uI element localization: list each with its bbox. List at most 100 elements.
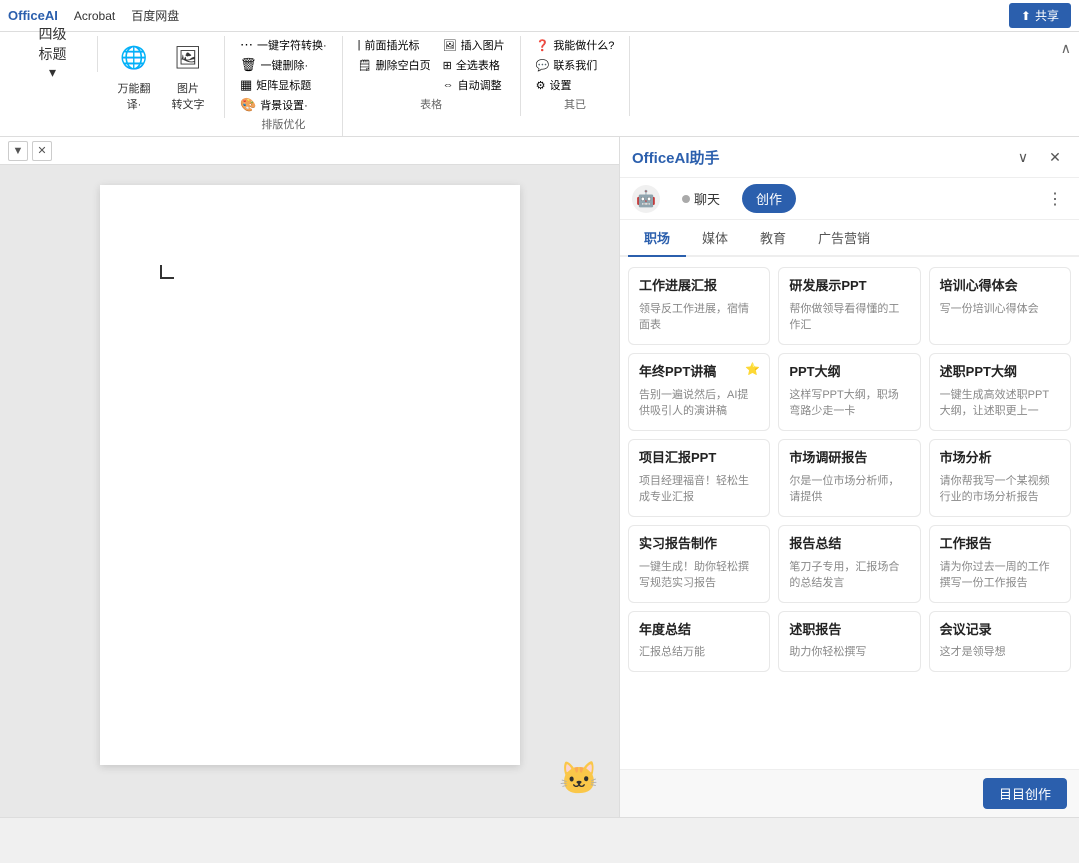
ai-panel: OfficeAI助手 ∨ ✕ 🤖 聊天 创作 ⋮ 职场 媒体 — [619, 137, 1079, 817]
category-workplace[interactable]: 职场 — [628, 220, 686, 257]
floating-toolbar: ▼ ✕ — [0, 137, 619, 165]
collapse-ribbon-icon[interactable]: ∧ — [1061, 40, 1071, 57]
card-report-summary[interactable]: 报告总结 笔刀子专用，汇报场合的总结发言 — [778, 525, 920, 603]
translate-icon: 🌐 — [114, 38, 154, 78]
table-section: | 前面插光标 🗒 删除空白页 🖼 插入图片 ⊞ 全选表格 — [343, 36, 521, 116]
card-meeting-minutes-desc: 这才是领导想 — [940, 644, 1060, 661]
bg-icon: 🎨 — [240, 97, 256, 113]
card-ppt-outline[interactable]: PPT大纲 这样写PPT大纲，职场弯路少走一卡 — [778, 353, 920, 431]
close-panel-icon[interactable]: ✕ — [1043, 145, 1067, 169]
card-annual-summary[interactable]: 年度总结 汇报总结万能 — [628, 611, 770, 672]
card-resume-ppt[interactable]: 述职PPT大纲 一键生成高效述职PPT大纲，让述职更上一 — [929, 353, 1071, 431]
minimize-icon[interactable]: ∨ — [1011, 145, 1035, 169]
insert-img-icon: 🖼 — [443, 39, 457, 52]
select-all-table-button[interactable]: ⊞ 全选表格 — [440, 56, 508, 74]
cards-grid: 工作进展汇报 领导反工作进展，宿情面表 研发展示PPT 帮你做领导看得懂的工作汇… — [628, 267, 1071, 672]
card-work-report-desc: 请为你过去一周的工作撰写一份工作报告 — [940, 559, 1060, 592]
tile-title-button[interactable]: ▦ 矩阵显标题 — [237, 76, 330, 94]
card-performance-report-title: 述职报告 — [789, 622, 909, 639]
page-canvas — [100, 185, 520, 765]
img-to-text-button[interactable]: 🖼 图片转文字 — [164, 36, 212, 114]
chat-tab-label: 聊天 — [694, 189, 720, 208]
ai-panel-title: OfficeAI助手 — [632, 147, 720, 168]
tab-chat[interactable]: 聊天 — [668, 184, 734, 213]
contact-us-button[interactable]: 💬 联系我们 — [533, 56, 618, 74]
card-project-report[interactable]: 项目汇报PPT 项目经理福音！轻松生成专业汇报 — [628, 439, 770, 517]
status-bar — [0, 817, 1079, 841]
one-key-delete-button[interactable]: 🗑 一键删除· — [237, 56, 330, 74]
symbol-icon: ⋯ — [240, 37, 253, 53]
card-year-end-ppt[interactable]: 年终PPT讲稿 告别一遍说然后，AI提供吸引人的演讲稿 ⭐ — [628, 353, 770, 431]
card-rd-ppt-title: 研发展示PPT — [789, 278, 909, 295]
card-market-analysis-title: 市场分析 — [940, 450, 1060, 467]
toolbar-close-icon[interactable]: ✕ — [32, 141, 52, 161]
card-rd-ppt-desc: 帮你做领导看得懂的工作汇 — [789, 301, 909, 334]
card-work-progress[interactable]: 工作进展汇报 领导反工作进展，宿情面表 — [628, 267, 770, 345]
card-internship-desc: 一键生成！助你轻松撰写规范实习报告 — [639, 559, 759, 592]
translate-section: 🌐 万能翻 译· 🖼 图片转文字 — [98, 36, 225, 118]
category-media[interactable]: 媒体 — [686, 220, 744, 257]
document-area: ▼ ✕ 🐱 — [0, 137, 619, 817]
card-market-analysis[interactable]: 市场分析 请你帮我写一个某视频行业的市场分析报告 — [929, 439, 1071, 517]
bg-setting-button[interactable]: 🎨 背景设置· — [237, 96, 330, 114]
card-resume-ppt-title: 述职PPT大纲 — [940, 364, 1060, 381]
delete-blank-page-button[interactable]: 🗒 删除空白页 — [355, 56, 434, 74]
card-rd-ppt[interactable]: 研发展示PPT 帮你做领导看得懂的工作汇 — [778, 267, 920, 345]
heading-icon: 四级标题 ▾ — [39, 38, 67, 66]
ai-tabs-row: 🤖 聊天 创作 ⋮ — [620, 178, 1079, 220]
adjust-icon: ⇔ — [443, 79, 454, 91]
card-year-end-ppt-desc: 告别一遍说然后，AI提供吸引人的演讲稿 — [639, 387, 759, 420]
chat-dot — [682, 195, 690, 203]
card-meeting-minutes-title: 会议记录 — [940, 622, 1060, 639]
card-annual-summary-desc: 汇报总结万能 — [639, 644, 759, 661]
card-market-survey-title: 市场调研报告 — [789, 450, 909, 467]
share-button[interactable]: ⬆ 共享 — [1009, 3, 1071, 28]
menu-baidu-pan[interactable]: 百度网盘 — [131, 7, 179, 24]
card-internship[interactable]: 实习报告制作 一键生成！助你轻松撰写规范实习报告 — [628, 525, 770, 603]
category-advertising[interactable]: 广告营销 — [802, 220, 886, 257]
select-icon: ⊞ — [443, 59, 452, 72]
what-can-do-button[interactable]: ❓ 我能做什么? — [533, 36, 618, 54]
card-project-report-desc: 项目经理福音！轻松生成专业汇报 — [639, 473, 759, 506]
create-button[interactable]: 目目创作 — [983, 778, 1067, 809]
menu-acrobat[interactable]: Acrobat — [74, 9, 115, 23]
collapse-icon[interactable]: ▼ — [8, 141, 28, 161]
more-options-icon[interactable]: ⋮ — [1043, 187, 1067, 211]
one-key-symbol-button[interactable]: ⋯ 一键字符转换· — [237, 36, 330, 54]
workspace: ▼ ✕ 🐱 OfficeAI助手 ∨ ✕ 🤖 聊 — [0, 137, 1079, 817]
card-report-summary-title: 报告总结 — [789, 536, 909, 553]
card-work-progress-title: 工作进展汇报 — [639, 278, 759, 295]
tile-icon: ▦ — [240, 77, 252, 93]
card-internship-title: 实习报告制作 — [639, 536, 759, 553]
gear-icon: ⚙ — [536, 79, 546, 92]
card-training-title: 培训心得体会 — [940, 278, 1060, 295]
heading-selector[interactable]: 四级标题 ▾ — [35, 36, 71, 68]
card-resume-ppt-desc: 一键生成高效述职PPT大纲，让述职更上一 — [940, 387, 1060, 420]
card-market-survey[interactable]: 市场调研报告 尔是一位市场分析师，请提供 — [778, 439, 920, 517]
insert-cursor-button[interactable]: | 前面插光标 — [355, 36, 434, 54]
card-work-report-title: 工作报告 — [940, 536, 1060, 553]
insert-image-button[interactable]: 🖼 插入图片 — [440, 36, 508, 54]
card-meeting-minutes[interactable]: 会议记录 这才是领导想 — [929, 611, 1071, 672]
translate-button[interactable]: 🌐 万能翻 译· — [110, 36, 158, 114]
card-performance-report[interactable]: 述职报告 助力你轻松撰写 — [778, 611, 920, 672]
card-work-progress-desc: 领导反工作进展，宿情面表 — [639, 301, 759, 334]
translate-label: 万能翻 译· — [118, 80, 151, 112]
category-education[interactable]: 教育 — [744, 220, 802, 257]
character-decoration: 🐱 — [559, 759, 599, 797]
card-training[interactable]: 培训心得体会 写一份培训心得体会 — [929, 267, 1071, 345]
card-report-summary-desc: 笔刀子专用，汇报场合的总结发言 — [789, 559, 909, 592]
card-ppt-outline-desc: 这样写PPT大纲，职场弯路少走一卡 — [789, 387, 909, 420]
settings-button[interactable]: ⚙ 设置 — [533, 76, 618, 94]
tab-create[interactable]: 创作 — [742, 184, 796, 213]
text-cursor — [160, 265, 174, 279]
auto-adjust-button[interactable]: ⇔ 自动调整 — [440, 76, 508, 94]
help-label: 其已 — [564, 96, 586, 112]
format-label: 排版优化 — [261, 116, 305, 132]
img-to-text-label: 图片转文字 — [172, 80, 205, 112]
ribbon-sections: 四级标题 ▾ 🌐 万能翻 译· 🖼 图片转文字 — [8, 36, 1071, 136]
card-work-report[interactable]: 工作报告 请为你过去一周的工作撰写一份工作报告 — [929, 525, 1071, 603]
card-annual-summary-title: 年度总结 — [639, 622, 759, 639]
heading-section: 四级标题 ▾ — [8, 36, 98, 72]
top-bar: OfficeAI Acrobat 百度网盘 ⬆ 共享 — [0, 0, 1079, 32]
